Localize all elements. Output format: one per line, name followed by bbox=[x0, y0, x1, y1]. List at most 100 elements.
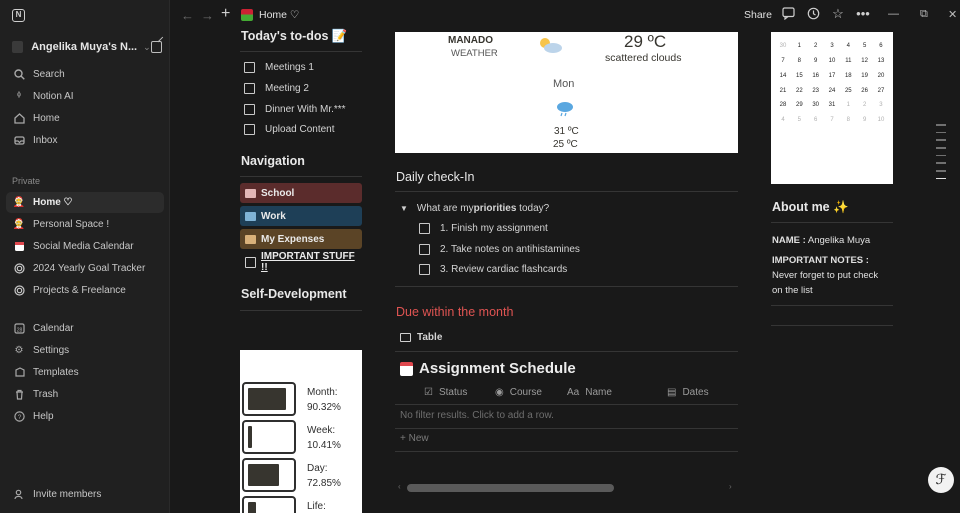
calendar-day[interactable]: 29 bbox=[791, 102, 807, 108]
checkbox[interactable] bbox=[419, 244, 430, 255]
calendar-day[interactable]: 16 bbox=[808, 73, 824, 79]
sidebar-item-trash[interactable]: Trash bbox=[6, 384, 164, 405]
database-title[interactable]: Assignment Schedule bbox=[400, 360, 576, 377]
new-page-icon[interactable] bbox=[150, 41, 162, 53]
todo-item[interactable]: Meetings 1 bbox=[244, 62, 314, 73]
sidebar-item-calendar[interactable]: 28 Calendar bbox=[6, 318, 164, 339]
calendar-day[interactable]: 31 bbox=[824, 102, 840, 108]
calendar-day[interactable]: 1 bbox=[840, 102, 856, 108]
sidebar-item-templates[interactable]: Templates bbox=[6, 362, 164, 383]
calendar-day[interactable]: 9 bbox=[808, 58, 824, 64]
calendar-day[interactable]: 11 bbox=[840, 58, 856, 64]
workspace-switcher[interactable]: Angelika Muya's N... ⌄ bbox=[12, 39, 162, 55]
sidebar-item-projects-freelance[interactable]: Projects & Freelance bbox=[6, 280, 164, 301]
calendar-day[interactable]: 20 bbox=[873, 73, 889, 79]
column-header-status[interactable]: ☑ Status bbox=[424, 387, 467, 398]
calendar-day[interactable]: 28 bbox=[775, 102, 791, 108]
more-icon[interactable]: ••• bbox=[856, 7, 870, 21]
calendar-day[interactable]: 4 bbox=[840, 43, 856, 49]
calendar-day[interactable]: 5 bbox=[791, 117, 807, 123]
calendar-day[interactable]: 23 bbox=[808, 88, 824, 94]
calendar-day[interactable]: 3 bbox=[873, 102, 889, 108]
nav-button-school[interactable]: School bbox=[240, 183, 362, 203]
checkbox[interactable] bbox=[419, 264, 430, 275]
notion-logo-icon[interactable]: N bbox=[12, 9, 25, 22]
calendar-day[interactable]: 3 bbox=[824, 43, 840, 49]
calendar-day[interactable]: 18 bbox=[840, 73, 856, 79]
calendar-day[interactable]: 27 bbox=[873, 88, 889, 94]
calendar-day[interactable]: 17 bbox=[824, 73, 840, 79]
nav-button-my-expenses[interactable]: My Expenses bbox=[240, 229, 362, 249]
calendar-day[interactable]: 7 bbox=[824, 117, 840, 123]
calendar-day[interactable]: 2 bbox=[808, 43, 824, 49]
calendar-day[interactable]: 13 bbox=[873, 58, 889, 64]
comment-icon[interactable] bbox=[781, 7, 795, 21]
calendar-day[interactable]: 19 bbox=[857, 73, 873, 79]
table-of-contents-indicator[interactable] bbox=[936, 124, 946, 186]
todo-item[interactable]: Dinner With Mr.*** bbox=[244, 104, 346, 115]
calendar-day[interactable]: 1 bbox=[791, 43, 807, 49]
nav-button-important-stuff[interactable]: IMPORTANT STUFF !! bbox=[240, 251, 362, 273]
checkbox[interactable] bbox=[244, 83, 255, 94]
nav-button-work[interactable]: Work bbox=[240, 206, 362, 226]
calendar-day[interactable]: 6 bbox=[808, 117, 824, 123]
calendar-day[interactable]: 5 bbox=[857, 43, 873, 49]
calendar-day[interactable]: 4 bbox=[775, 117, 791, 123]
column-header-name[interactable]: Aa Name bbox=[567, 387, 612, 398]
calendar-day[interactable]: 14 bbox=[775, 73, 791, 79]
calendar-day[interactable]: 24 bbox=[824, 88, 840, 94]
priority-task[interactable]: 3. Review cardiac flashcards bbox=[419, 264, 567, 275]
share-button[interactable]: Share bbox=[744, 9, 772, 21]
calendar-day[interactable]: 30 bbox=[775, 43, 791, 49]
todo-item[interactable]: Meeting 2 bbox=[244, 83, 309, 94]
calendar-day[interactable]: 21 bbox=[775, 88, 791, 94]
calendar-day[interactable]: 10 bbox=[824, 58, 840, 64]
minimize-icon[interactable]: — bbox=[888, 8, 899, 20]
priority-task[interactable]: 1. Finish my assignment bbox=[419, 223, 548, 234]
todo-item[interactable]: Upload Content bbox=[244, 124, 335, 135]
calendar-day[interactable]: 15 bbox=[791, 73, 807, 79]
checkbox[interactable] bbox=[244, 62, 255, 73]
history-icon[interactable] bbox=[806, 7, 820, 21]
checkbox[interactable] bbox=[419, 223, 430, 234]
priorities-toggle[interactable]: ▼ What are my priorities today? bbox=[400, 203, 549, 214]
breadcrumb[interactable]: Home ♡ bbox=[241, 9, 299, 21]
sidebar-item-help[interactable]: ? Help bbox=[6, 406, 164, 427]
scroll-right-icon[interactable]: › bbox=[729, 482, 732, 491]
invite-members-button[interactable]: Invite members bbox=[13, 488, 101, 500]
sidebar-item-personal-space[interactable]: 🤶 Personal Space ! bbox=[6, 214, 164, 235]
calendar-day[interactable]: 8 bbox=[840, 117, 856, 123]
calendar-day[interactable]: 12 bbox=[857, 58, 873, 64]
calendar-day[interactable]: 30 bbox=[808, 102, 824, 108]
checkbox[interactable] bbox=[244, 104, 255, 115]
sidebar-item-yearly-goal-tracker[interactable]: 2024 Yearly Goal Tracker bbox=[6, 258, 164, 279]
calendar-day[interactable]: 26 bbox=[857, 88, 873, 94]
calendar-day[interactable]: 10 bbox=[873, 117, 889, 123]
sidebar-item-notion-ai[interactable]: ᶲ Notion AI bbox=[6, 86, 164, 107]
close-icon[interactable]: ✕ bbox=[948, 8, 957, 21]
restore-icon[interactable]: ⧉ bbox=[920, 8, 928, 21]
calendar-day[interactable]: 8 bbox=[791, 58, 807, 64]
calendar-day[interactable]: 25 bbox=[840, 88, 856, 94]
calendar-day[interactable]: 9 bbox=[857, 117, 873, 123]
calendar-day[interactable]: 2 bbox=[857, 102, 873, 108]
checkbox[interactable] bbox=[244, 124, 255, 135]
back-arrow-icon[interactable]: ← bbox=[181, 8, 194, 23]
new-tab-icon[interactable]: + bbox=[221, 5, 230, 23]
calendar-day[interactable]: 6 bbox=[873, 43, 889, 49]
priority-task[interactable]: 2. Take notes on antihistamines bbox=[419, 244, 580, 255]
table-view-tab[interactable]: Table bbox=[400, 332, 442, 343]
sidebar-item-home[interactable]: Home bbox=[6, 108, 164, 129]
column-header-dates[interactable]: ▤ Dates bbox=[667, 387, 709, 398]
empty-table-message[interactable]: No filter results. Click to add a row. bbox=[400, 410, 554, 421]
calendar-day[interactable]: 22 bbox=[791, 88, 807, 94]
sidebar-item-inbox[interactable]: Inbox bbox=[6, 130, 164, 151]
star-icon[interactable]: ☆ bbox=[831, 7, 845, 21]
sidebar-item-search[interactable]: Search bbox=[6, 64, 164, 85]
notion-ai-help-button[interactable]: ℱ bbox=[928, 467, 954, 493]
sidebar-item-social-media-calendar[interactable]: Social Media Calendar bbox=[6, 236, 164, 257]
sidebar-item-settings[interactable]: ⚙ Settings bbox=[6, 340, 164, 361]
new-row-button[interactable]: + New bbox=[400, 433, 429, 444]
column-header-course[interactable]: ◉ Course bbox=[495, 387, 542, 398]
triangle-down-icon[interactable]: ▼ bbox=[400, 204, 408, 213]
